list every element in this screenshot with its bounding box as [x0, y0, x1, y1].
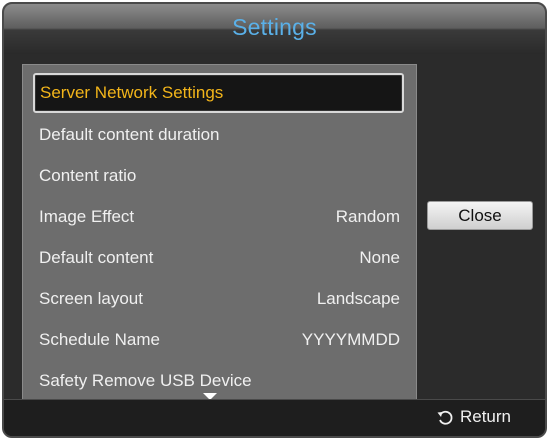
menu-item-schedule-name[interactable]: Schedule Name YYYYMMDD [35, 320, 404, 360]
menu-item-label: Default content [39, 248, 154, 267]
return-arrow-icon [436, 408, 454, 426]
menu-item-label: Schedule Name [39, 330, 160, 349]
menu-item-label: Image Effect [39, 207, 135, 226]
dialog-title: Settings [232, 14, 317, 40]
settings-dialog: Settings Server Network Settings Default… [2, 2, 547, 438]
menu-item-label: Default content duration [39, 125, 220, 144]
dialog-footer: Return [4, 399, 545, 436]
menu-item-value: None [359, 248, 400, 267]
menu-item-label: Screen layout [39, 289, 143, 308]
title-bar: Settings [4, 4, 545, 55]
menu-item-screen-layout[interactable]: Screen layout Landscape [35, 279, 404, 319]
menu-item-label: Safety Remove USB Device [39, 371, 252, 390]
dialog-body: Server Network Settings Default content … [4, 54, 545, 404]
close-button[interactable]: Close [427, 201, 533, 230]
menu-item-default-content-duration[interactable]: Default content duration [35, 115, 404, 155]
menu-item-label: Server Network Settings [40, 83, 224, 102]
menu-item-content-ratio[interactable]: Content ratio [35, 156, 404, 196]
menu-item-default-content[interactable]: Default content None [35, 238, 404, 278]
menu-item-label: Content ratio [39, 166, 137, 185]
return-label: Return [459, 407, 511, 426]
return-button[interactable]: Return [436, 407, 511, 427]
menu-item-safety-remove-usb[interactable]: Safety Remove USB Device [35, 361, 404, 401]
menu-item-value: Random [335, 207, 400, 226]
menu-item-value: YYYYMMDD [301, 330, 400, 349]
menu-item-image-effect[interactable]: Image Effect Random [35, 197, 404, 237]
menu-item-value: Landscape [316, 289, 400, 308]
settings-menu: Server Network Settings Default content … [22, 64, 417, 404]
menu-item-server-network-settings[interactable]: Server Network Settings [33, 73, 404, 113]
